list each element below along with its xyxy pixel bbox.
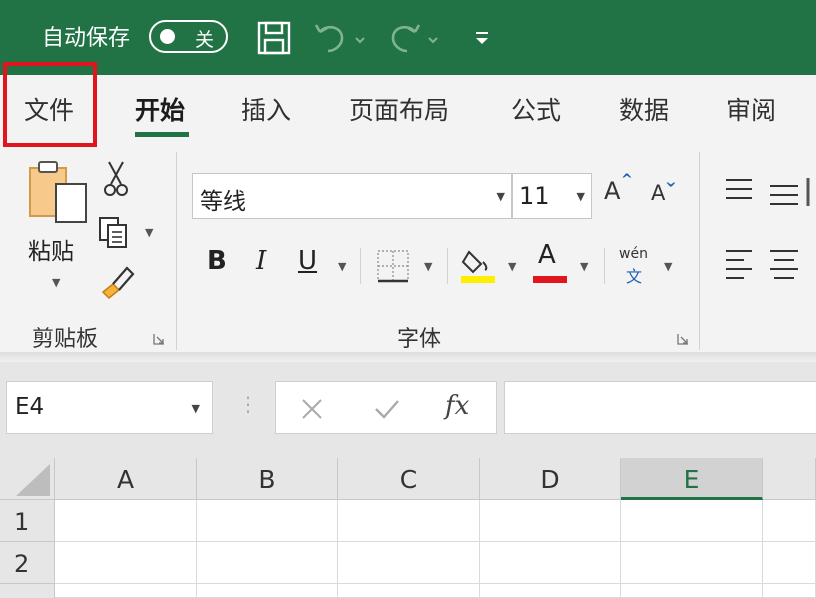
cell-c2[interactable]: [338, 542, 480, 584]
chevron-down-icon[interactable]: ▼: [497, 190, 505, 203]
group-separator: [176, 152, 177, 350]
fill-color-icon[interactable]: [459, 244, 497, 284]
align-left-icon[interactable]: [722, 247, 812, 281]
ribbon-tabs: 文件 开始 插入 页面布局 公式 数据 审阅: [0, 75, 816, 147]
copy-dropdown-icon[interactable]: ▼: [145, 226, 153, 239]
row-header-2[interactable]: 2: [0, 542, 55, 584]
cell-a1[interactable]: [55, 500, 197, 542]
bold-button[interactable]: B: [207, 246, 227, 276]
cell-a3[interactable]: [55, 584, 197, 598]
cell-e3[interactable]: [621, 584, 763, 598]
column-header-d[interactable]: D: [480, 458, 621, 500]
autosave-label: 自动保存: [42, 26, 131, 51]
chevron-down-icon[interactable]: ▼: [192, 402, 200, 415]
cell-c3[interactable]: [338, 584, 480, 598]
font-size-combobox[interactable]: 11 ▼: [512, 173, 592, 219]
paste-icon[interactable]: [26, 158, 90, 226]
column-header-b[interactable]: B: [197, 458, 338, 500]
cell-b1[interactable]: [197, 500, 338, 542]
tab-insert[interactable]: 插入: [241, 91, 291, 127]
separator: [447, 248, 448, 284]
copy-icon[interactable]: [97, 215, 133, 251]
formula-input[interactable]: [504, 381, 816, 434]
tab-review[interactable]: 审阅: [726, 91, 776, 127]
cell-f1[interactable]: [763, 500, 816, 542]
name-box-value: E4: [15, 394, 45, 420]
borders-icon[interactable]: [375, 248, 411, 284]
phonetic-dropdown-icon[interactable]: ▼: [664, 260, 672, 273]
font-name-combobox[interactable]: 等线 ▼: [192, 173, 512, 219]
cell-e2[interactable]: [621, 542, 763, 584]
clipboard-group-label: 剪贴板: [32, 327, 99, 352]
group-separator: [699, 152, 700, 350]
separator: [604, 248, 605, 284]
underline-dropdown-icon[interactable]: ▼: [338, 260, 346, 273]
grow-font-button[interactable]: A: [604, 177, 620, 205]
fill-color-dropdown-icon[interactable]: ▼: [508, 260, 516, 273]
clipboard-launcher-icon[interactable]: [153, 333, 165, 345]
italic-button[interactable]: I: [256, 246, 266, 276]
toggle-knob: [160, 29, 175, 44]
autosave-state: 关: [195, 29, 215, 51]
column-header-a[interactable]: A: [55, 458, 197, 500]
insert-function-button[interactable]: fx: [445, 391, 469, 421]
font-color-swatch: [533, 276, 567, 283]
align-top-icon[interactable]: [722, 176, 812, 206]
font-group-label: 字体: [397, 327, 442, 352]
select-all-corner[interactable]: [0, 458, 55, 500]
enter-icon[interactable]: [373, 397, 401, 421]
column-header-c[interactable]: C: [338, 458, 480, 500]
tab-formulas[interactable]: 公式: [511, 91, 561, 127]
caret-up-icon: ^: [621, 172, 633, 188]
font-size-value: 11: [519, 182, 550, 210]
chevron-down-icon[interactable]: ▼: [577, 190, 585, 203]
underline-button[interactable]: U: [298, 246, 317, 276]
paste-dropdown-icon[interactable]: ▼: [52, 276, 60, 289]
row-header-1[interactable]: 1: [0, 500, 55, 542]
cell-e1[interactable]: [621, 500, 763, 542]
column-header-e[interactable]: E: [621, 458, 763, 500]
shrink-font-button[interactable]: A: [651, 181, 665, 205]
paste-label[interactable]: 粘贴: [28, 232, 74, 266]
cell-f2[interactable]: [763, 542, 816, 584]
active-tab-indicator: [135, 132, 189, 137]
redo-icon[interactable]: [385, 20, 443, 56]
phonetic-top-label[interactable]: wén: [619, 246, 648, 262]
save-icon[interactable]: [255, 20, 293, 56]
font-launcher-icon[interactable]: [677, 333, 689, 345]
autosave-toggle[interactable]: 关: [149, 20, 228, 53]
cell-b2[interactable]: [197, 542, 338, 584]
cancel-icon[interactable]: [300, 397, 324, 421]
separator: [360, 248, 361, 284]
font-color-button[interactable]: A: [538, 240, 556, 270]
caret-down-icon: ^: [665, 172, 677, 188]
select-all-icon: [16, 464, 50, 496]
font-name-value: 等线: [200, 189, 246, 215]
row-header-3-partial[interactable]: [0, 584, 55, 598]
customize-toolbar-icon[interactable]: [472, 20, 492, 56]
cell-b3[interactable]: [197, 584, 338, 598]
cell-d1[interactable]: [480, 500, 621, 542]
tab-data[interactable]: 数据: [619, 91, 669, 127]
cut-icon[interactable]: [101, 160, 131, 198]
tab-page-layout[interactable]: 页面布局: [349, 91, 449, 127]
file-tab-highlight-box: [3, 62, 97, 147]
title-bar: 自动保存 关: [0, 0, 816, 75]
cell-c1[interactable]: [338, 500, 480, 542]
tab-home[interactable]: 开始: [135, 91, 185, 127]
font-color-dropdown-icon[interactable]: ▼: [580, 260, 588, 273]
column-header-f-partial[interactable]: [763, 458, 816, 500]
borders-dropdown-icon[interactable]: ▼: [424, 260, 432, 273]
resize-handle-icon[interactable]: ⋮: [238, 392, 258, 416]
cell-f3[interactable]: [763, 584, 816, 598]
format-painter-icon[interactable]: [99, 262, 135, 300]
cell-d3[interactable]: [480, 584, 621, 598]
undo-icon[interactable]: [312, 20, 370, 56]
formula-buttons: fx: [275, 381, 497, 434]
ribbon-shadow: [0, 352, 816, 362]
name-box[interactable]: E4 ▼: [6, 381, 213, 434]
phonetic-bottom-label[interactable]: 文: [626, 263, 642, 287]
cell-a2[interactable]: [55, 542, 197, 584]
cell-d2[interactable]: [480, 542, 621, 584]
